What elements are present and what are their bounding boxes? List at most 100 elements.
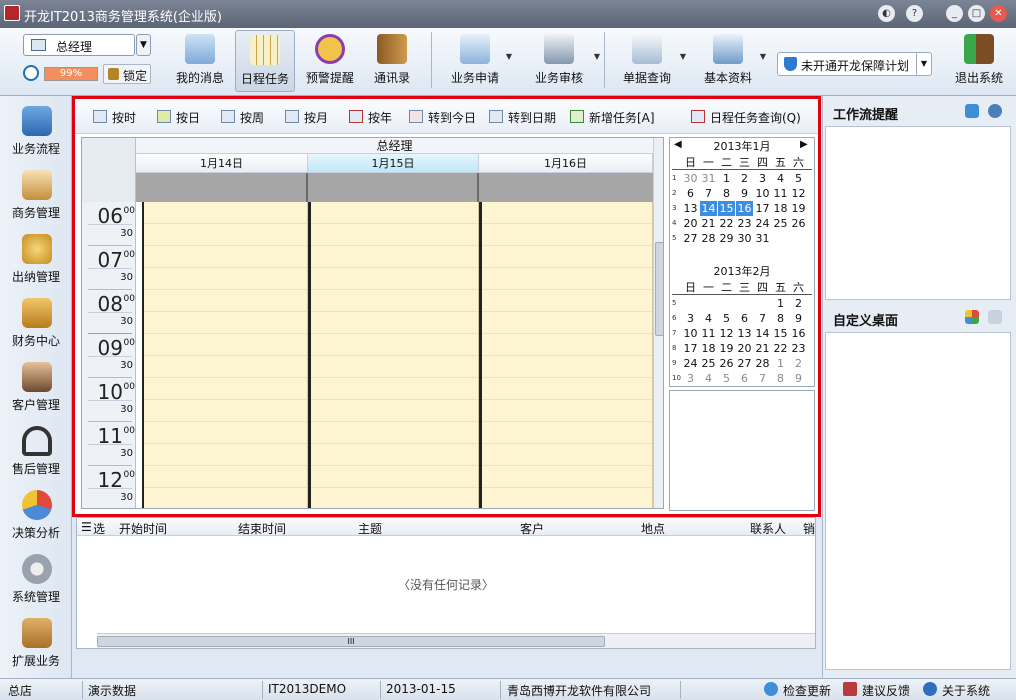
calendar-day[interactable]: 28 (700, 231, 717, 246)
calendar-day[interactable]: 25 (772, 216, 789, 231)
column-header[interactable]: 销 (803, 520, 815, 537)
view-by-year-button[interactable]: 按年 (349, 108, 397, 126)
calendar-day[interactable]: 4 (700, 311, 717, 326)
settings-icon[interactable] (988, 104, 1002, 118)
calendar-day[interactable]: 15 (772, 326, 789, 341)
calendar-day[interactable]: 14 (700, 201, 717, 216)
chevron-down-icon[interactable]: ▼ (680, 52, 686, 61)
user-dropdown-button[interactable]: ▼ (136, 34, 151, 56)
calendar-day[interactable]: 15 (717, 200, 736, 217)
column-header[interactable]: 选 (93, 520, 105, 537)
calendar-day[interactable]: 5 (718, 371, 735, 386)
calendar-day[interactable]: 6 (736, 371, 753, 386)
calendar-day[interactable]: 26 (790, 216, 807, 231)
save-icon[interactable] (988, 310, 1002, 324)
calendar-day[interactable]: 4 (772, 171, 789, 186)
prev-month-icon[interactable]: ◀ (674, 139, 682, 150)
calendar-day[interactable]: 25 (700, 356, 717, 371)
calendar-day[interactable]: 22 (772, 341, 789, 356)
calendar-day[interactable]: 18 (700, 341, 717, 356)
day-header[interactable]: 1月14日 (136, 154, 308, 173)
horizontal-scrollbar[interactable]: III (97, 633, 815, 648)
minimize-button[interactable]: _ (946, 5, 963, 22)
nav-finance[interactable]: 财务中心 (0, 298, 72, 360)
calendar-day[interactable]: 2 (790, 356, 807, 371)
calendar-day[interactable]: 7 (700, 186, 717, 201)
calendar-day[interactable]: 31 (754, 231, 771, 246)
column-header[interactable]: 联系人 (750, 520, 786, 537)
calendar-day[interactable]: 26 (718, 356, 735, 371)
calendar-day[interactable]: 11 (700, 326, 717, 341)
day-header[interactable]: 1月16日 (479, 154, 653, 173)
calendar-day[interactable]: 17 (682, 341, 699, 356)
nav-extensions[interactable]: 扩展业务 (0, 618, 72, 680)
calendar-day[interactable]: 5 (718, 311, 735, 326)
calendar-day[interactable]: 8 (718, 186, 735, 201)
calendar-day[interactable]: 3 (754, 171, 771, 186)
calendar-day[interactable]: 13 (682, 201, 699, 216)
layout-icon[interactable] (965, 310, 979, 324)
calendar-day[interactable]: 1 (718, 171, 735, 186)
user-select[interactable]: 总经理 (23, 34, 135, 56)
calendar-day[interactable]: 10 (682, 326, 699, 341)
nav-business-flow[interactable]: 业务流程 (0, 106, 72, 168)
next-month-icon[interactable]: ▶ (800, 139, 808, 150)
calendar-day[interactable]: 10 (754, 186, 771, 201)
calendar-day[interactable]: 13 (736, 326, 753, 341)
toolbar-business-apply[interactable]: 业务申请 ▼ (440, 30, 512, 92)
chevron-down-icon[interactable]: ▼ (916, 53, 931, 75)
go-today-button[interactable]: 转到今日 (409, 108, 481, 126)
calendar-day[interactable]: 16 (790, 326, 807, 341)
go-date-button[interactable]: 转到日期 (489, 108, 561, 126)
close-button[interactable]: ✕ (990, 5, 1007, 22)
about-link[interactable]: 关于系统 (942, 682, 990, 699)
calendar-day[interactable]: 2 (736, 171, 753, 186)
calendar-day[interactable]: 27 (682, 231, 699, 246)
refresh-icon[interactable] (965, 104, 979, 118)
scroll-thumb[interactable] (655, 242, 663, 336)
maximize-button[interactable]: □ (968, 5, 985, 22)
scroll-thumb[interactable]: III (97, 636, 605, 647)
calendar-day[interactable]: 8 (772, 311, 789, 326)
calendar-day[interactable]: 14 (754, 326, 771, 341)
calendar-day[interactable]: 12 (718, 326, 735, 341)
all-day-slot[interactable] (308, 173, 479, 202)
calendar-day[interactable]: 9 (736, 186, 753, 201)
calendar-day[interactable]: 31 (700, 171, 717, 186)
calendar-day[interactable]: 28 (754, 356, 771, 371)
all-day-slot[interactable] (136, 173, 308, 202)
feedback-link[interactable]: 建议反馈 (862, 682, 910, 699)
calendar-day[interactable]: 7 (754, 311, 771, 326)
calendar-day[interactable]: 7 (754, 371, 771, 386)
calendar-day[interactable]: 22 (718, 216, 735, 231)
calendar-day[interactable]: 18 (772, 201, 789, 216)
column-header[interactable]: 地点 (641, 520, 665, 537)
calendar-day[interactable]: 9 (790, 371, 807, 386)
help-button[interactable]: ? (906, 5, 923, 22)
calendar-day[interactable]: 21 (700, 216, 717, 231)
vertical-scrollbar[interactable] (653, 138, 663, 508)
nav-after-sales[interactable]: 售后管理 (0, 426, 72, 488)
toolbar-contacts[interactable]: 通讯录 (362, 30, 422, 92)
calendar-day[interactable]: 9 (790, 311, 807, 326)
column-menu-icon[interactable]: ☰ (81, 520, 92, 534)
calendar-day[interactable]: 17 (754, 201, 771, 216)
toolbar-schedule[interactable]: 日程任务 (235, 30, 295, 92)
check-update-link[interactable]: 检查更新 (783, 682, 831, 699)
calendar-day[interactable]: 23 (736, 216, 753, 231)
view-by-hour-button[interactable]: 按时 (93, 108, 141, 126)
nav-system[interactable]: 系统管理 (0, 554, 72, 616)
calendar-day[interactable]: 27 (736, 356, 753, 371)
toolbar-business-review[interactable]: 业务审核 ▼ (520, 30, 600, 92)
calendar-day[interactable]: 16 (736, 201, 753, 216)
nav-decision[interactable]: 决策分析 (0, 490, 72, 552)
nav-commerce[interactable]: 商务管理 (0, 170, 72, 232)
calendar-day[interactable]: 4 (700, 371, 717, 386)
lock-button[interactable]: 锁定 (103, 64, 151, 84)
day-column[interactable] (479, 202, 653, 508)
calendar-day[interactable]: 8 (772, 371, 789, 386)
view-by-month-button[interactable]: 按月 (285, 108, 333, 126)
column-header[interactable]: 客户 (520, 520, 544, 537)
toolbar-basic-data[interactable]: 基本资料 ▼ (692, 30, 766, 92)
view-by-day-button[interactable]: 按日 (157, 108, 205, 126)
